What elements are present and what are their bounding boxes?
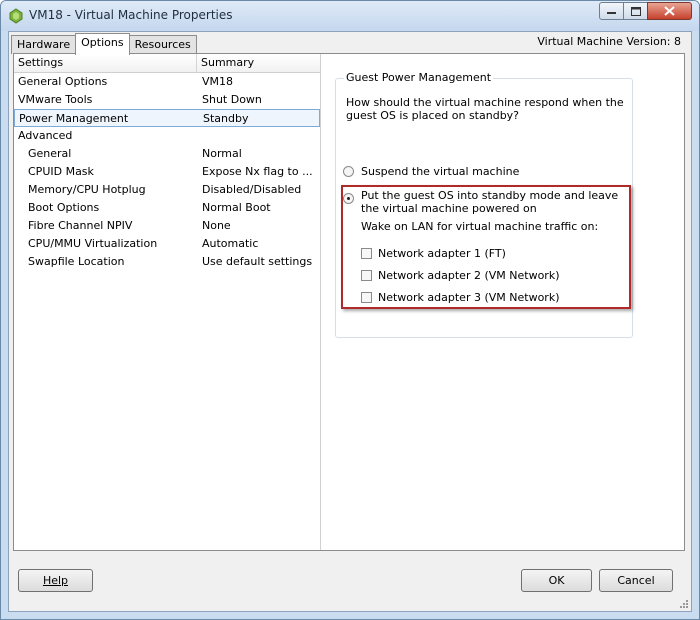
- minimize-button[interactable]: [599, 2, 624, 20]
- setting-summary: None: [202, 219, 231, 232]
- help-button-label: Help: [42, 574, 69, 587]
- settings-row-cpu-mmu-virtualization[interactable]: CPU/MMU Virtualization Automatic: [14, 235, 320, 253]
- settings-row-swapfile-location[interactable]: Swapfile Location Use default settings: [14, 253, 320, 271]
- ok-button-label: OK: [548, 574, 565, 587]
- setting-summary: Shut Down: [202, 93, 262, 106]
- setting-summary: [197, 127, 315, 145]
- tab-options[interactable]: Options: [75, 33, 130, 55]
- setting-summary: Expose Nx flag to ...: [202, 165, 313, 178]
- help-button[interactable]: Help: [18, 569, 93, 592]
- tab-strip: Hardware Options Resources: [11, 33, 197, 55]
- setting-name: Power Management: [19, 112, 129, 125]
- maximize-button[interactable]: [623, 2, 648, 20]
- window-title: VM18 - Virtual Machine Properties: [29, 8, 233, 22]
- settings-row-memory-cpu-hotplug[interactable]: Memory/CPU Hotplug Disabled/Disabled: [14, 181, 320, 199]
- tab-resources[interactable]: Resources: [128, 35, 197, 54]
- settings-row-fibre-channel-npiv[interactable]: Fibre Channel NPIV None: [14, 217, 320, 235]
- setting-name: Boot Options: [28, 201, 100, 214]
- setting-name: CPUID Mask: [28, 165, 94, 178]
- maximize-icon: [630, 6, 641, 16]
- settings-row-vmware-tools[interactable]: VMware Tools Shut Down: [14, 91, 320, 109]
- setting-summary: VM18: [202, 75, 234, 88]
- settings-row-power-management[interactable]: Power Management Standby: [14, 109, 320, 127]
- setting-name: VMware Tools: [18, 93, 93, 106]
- properties-window: VM18 - Virtual Machine Properties Hardwa…: [0, 0, 700, 620]
- cancel-button[interactable]: Cancel: [599, 569, 673, 592]
- minimize-icon: [607, 12, 616, 14]
- dialog-client-area: Hardware Options Resources Virtual Machi…: [8, 31, 692, 612]
- close-icon: [664, 6, 675, 16]
- power-management-pane: Guest Power Management How should the vi…: [321, 54, 684, 550]
- column-header-settings[interactable]: Settings: [14, 54, 197, 72]
- column-header-summary[interactable]: Summary: [197, 54, 320, 72]
- setting-name: Fibre Channel NPIV: [28, 219, 133, 232]
- standby-question: How should the virtual machine respond w…: [346, 96, 624, 122]
- options-panel: Settings Summary General Options VM18 VM…: [13, 53, 685, 551]
- title-bar[interactable]: VM18 - Virtual Machine Properties: [1, 1, 699, 31]
- setting-summary: Normal Boot: [202, 201, 271, 214]
- setting-name: Advanced: [18, 129, 73, 142]
- settings-row-general[interactable]: General Normal: [14, 145, 320, 163]
- group-title: Guest Power Management: [344, 71, 494, 84]
- ok-button[interactable]: OK: [521, 569, 592, 592]
- setting-name: Swapfile Location: [28, 255, 125, 268]
- setting-name: General: [28, 147, 72, 160]
- settings-row-general-options[interactable]: General Options VM18: [14, 73, 320, 91]
- setting-name: Memory/CPU Hotplug: [28, 183, 146, 196]
- suspend-option-label[interactable]: Suspend the virtual machine: [361, 165, 519, 178]
- suspend-radio[interactable]: [343, 166, 354, 177]
- tab-hardware[interactable]: Hardware: [11, 35, 77, 54]
- settings-row-advanced[interactable]: Advanced: [14, 127, 320, 145]
- cancel-button-label: Cancel: [617, 574, 655, 587]
- vm-version-label: Virtual Machine Version: 8: [537, 35, 681, 48]
- setting-name: General Options: [18, 75, 108, 88]
- settings-list: Settings Summary General Options VM18 VM…: [14, 54, 321, 550]
- setting-name: CPU/MMU Virtualization: [28, 237, 158, 250]
- setting-summary: Automatic: [202, 237, 259, 250]
- settings-list-header: Settings Summary: [14, 54, 320, 73]
- settings-row-cpuid-mask[interactable]: CPUID Mask Expose Nx flag to ...: [14, 163, 320, 181]
- setting-summary: Normal: [202, 147, 242, 160]
- resize-grip-icon[interactable]: [679, 599, 689, 609]
- highlight-annotation-box: [341, 185, 631, 309]
- setting-summary: Standby: [203, 112, 249, 125]
- close-button[interactable]: [647, 2, 692, 20]
- vsphere-logo-icon: [9, 8, 23, 24]
- settings-row-boot-options[interactable]: Boot Options Normal Boot: [14, 199, 320, 217]
- setting-summary: Use default settings: [202, 255, 313, 268]
- setting-summary: Disabled/Disabled: [202, 183, 302, 196]
